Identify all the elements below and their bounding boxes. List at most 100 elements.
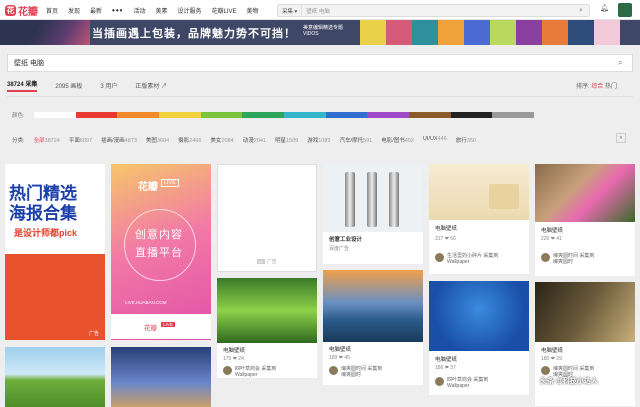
color-swatch[interactable] <box>75 112 118 118</box>
pin-card[interactable]: 创意工业设计 百度广告 <box>323 164 423 264</box>
pin-user[interactable]: 生活里的小碎片 采集到 Wallpaper <box>435 253 498 265</box>
pin-card[interactable]: 电脑壁纸 180 ❤ 29 壕爽圆时间 采集到 壕爽圆时 <box>535 282 635 406</box>
category-name: 汽车/摩托 <box>339 138 364 144</box>
pin-card[interactable]: 花瓣 LIVE 创意内容 直播平台 LIVE.HUABAN.COM 花瓣 LIV… <box>111 164 211 340</box>
bell-icon[interactable]: 🔔︎ <box>600 4 609 12</box>
nav-design-service[interactable]: 设计服务 <box>177 6 201 15</box>
nav-home[interactable]: 首页 <box>46 6 58 15</box>
pin-image[interactable] <box>429 164 529 220</box>
banner-tile <box>412 20 438 45</box>
nav-discover[interactable]: 发现 <box>68 6 80 15</box>
pin-card[interactable]: 电脑壁纸 220 ❤ 41 壕爽圆时间 采集到 壕爽圆时 <box>535 164 635 276</box>
avatar[interactable] <box>541 366 550 375</box>
logo[interactable]: 花 花瓣 <box>5 3 38 18</box>
category-item[interactable]: 平面6097 <box>69 136 92 144</box>
color-swatch[interactable] <box>284 112 326 118</box>
pin-caption: 电脑壁纸 <box>223 348 246 354</box>
color-swatch[interactable] <box>200 112 243 118</box>
avatar[interactable] <box>541 253 550 262</box>
top-search-input[interactable]: 壁纸 电脑 <box>302 7 579 15</box>
chevron-down-icon[interactable]: ▾ <box>616 133 626 143</box>
pin-board-name: Wallpaper <box>447 383 470 389</box>
nav-huaban-live[interactable]: 花瓣LIVE <box>212 6 237 15</box>
tab-pins[interactable]: 38724 采集 <box>7 79 38 92</box>
promo-banner[interactable]: 当插画遇上包装，品牌魅力势不可挡！ 美意编辑精选专题 VIDOS <box>0 20 640 45</box>
user-avatar[interactable] <box>618 3 632 17</box>
pin-image[interactable] <box>429 281 529 351</box>
category-item[interactable]: 明星1509 <box>275 136 298 144</box>
pin-card[interactable]: 电脑壁纸 189 ❤ 45 壕爽圆时间 采集到 壕爽圆时 <box>323 270 423 385</box>
color-swatch[interactable] <box>367 112 410 118</box>
color-swatch[interactable] <box>409 112 451 118</box>
poster-hand-graphic <box>5 254 105 340</box>
tab-boards[interactable]: 2095 画板 <box>55 81 82 90</box>
banner-sub-line2: VIDOS <box>303 31 319 37</box>
category-name: 插画/漫画 <box>101 138 125 144</box>
category-item[interactable]: 汽车/摩托591 <box>339 136 372 144</box>
category-count: 1509 <box>285 138 299 144</box>
top-search[interactable]: 采集 ▾ 壁纸 电脑 ⌕ <box>277 4 590 17</box>
pin-card[interactable] <box>111 347 211 407</box>
avatar[interactable] <box>435 253 444 262</box>
pin-image[interactable] <box>323 270 423 342</box>
nav-events[interactable]: 活动 <box>133 6 145 15</box>
color-swatch[interactable] <box>159 112 201 118</box>
category-item[interactable]: 插画/漫画4873 <box>101 136 137 144</box>
pin-card[interactable]: 电脑壁纸 186 ❤ 37 四叶草商会 采集到 Wallpaper <box>429 281 529 395</box>
sort-option-hot[interactable]: 热门 <box>605 84 617 90</box>
pin-card[interactable]: AD 广告 <box>217 164 317 272</box>
color-swatch[interactable] <box>34 112 76 118</box>
pin-card[interactable]: 电脑壁纸 317 ❤ 66 生活里的小碎片 采集到 Wallpaper <box>429 164 529 274</box>
category-item[interactable]: 电影/图书492 <box>381 136 414 144</box>
banner-decoration <box>0 20 90 45</box>
result-tabs: 38724 采集 2095 画板 3 用户 正版素材 ↗ <box>7 78 185 92</box>
pin-image[interactable] <box>535 282 635 342</box>
category-item[interactable]: 美图3604 <box>146 136 169 144</box>
search-icon[interactable]: ⌕ <box>579 7 589 15</box>
category-item[interactable]: 美女2084 <box>210 136 233 144</box>
category-item[interactable]: 动漫2041 <box>243 136 266 144</box>
pin-image[interactable] <box>217 278 317 343</box>
pin-image[interactable] <box>535 164 635 222</box>
color-swatch[interactable] <box>242 112 285 118</box>
product-render <box>345 172 355 227</box>
color-swatch[interactable] <box>325 112 368 118</box>
nav-goods[interactable]: 美物 <box>247 6 259 15</box>
category-item[interactable]: 摄影2466 <box>178 136 201 144</box>
category-item[interactable]: 旅行350 <box>456 136 476 144</box>
pin-card[interactable]: 热门精选 海报合集 是设计师都pick 广告 <box>5 164 105 340</box>
pin-user[interactable]: 四叶草商会 采集到 Wallpaper <box>435 377 488 389</box>
category-item[interactable]: UI/UX446 <box>423 136 447 144</box>
search-scope-select[interactable]: 采集 ▾ <box>278 5 303 16</box>
pin-user[interactable]: 四叶草商会 采集到 Wallpaper <box>223 366 276 378</box>
main-search[interactable]: 壁纸 电脑 ⌕ <box>7 54 633 72</box>
main-search-input[interactable]: 壁纸 电脑 <box>14 58 618 68</box>
category-item[interactable]: 游戏1089 <box>307 136 330 144</box>
nav-meisu[interactable]: 美素 <box>155 6 167 15</box>
pin-card[interactable]: 电脑壁纸 175 ❤ 24 四叶草商会 采集到 Wallpaper <box>217 278 317 378</box>
poster-line1: 创意内容 <box>135 229 183 241</box>
pin-user[interactable]: 壕爽圆时间 采集到 壕爽圆时 <box>329 366 382 378</box>
banner-tile <box>464 20 490 45</box>
tab-users[interactable]: 3 用户 <box>100 81 117 90</box>
pin-board-name: Wallpaper <box>235 372 258 378</box>
search-icon[interactable]: ⌕ <box>618 58 632 68</box>
category-count: 38724 <box>44 138 60 144</box>
nav-latest[interactable]: 最新 <box>90 6 102 15</box>
category-item[interactable]: 全部38724 <box>34 136 60 144</box>
sort-option-default[interactable]: 综合 <box>591 84 603 90</box>
pin-image[interactable] <box>323 164 423 232</box>
pin-card[interactable] <box>5 347 105 407</box>
nav-more[interactable]: ••• <box>112 6 123 15</box>
color-swatch[interactable] <box>117 112 160 118</box>
color-swatch[interactable] <box>450 112 493 118</box>
category-name: 美女 <box>210 138 222 144</box>
sort-control: 排序: 综合 热门 <box>576 81 617 90</box>
avatar[interactable] <box>435 377 444 386</box>
tab-licensed[interactable]: 正版素材 ↗ <box>135 81 167 90</box>
banner-tiles <box>360 20 620 45</box>
pin-user[interactable]: 壕爽圆时间 采集到 壕爽圆时 <box>541 253 594 265</box>
color-swatch[interactable] <box>492 112 535 118</box>
avatar[interactable] <box>329 366 338 375</box>
avatar[interactable] <box>223 366 232 375</box>
